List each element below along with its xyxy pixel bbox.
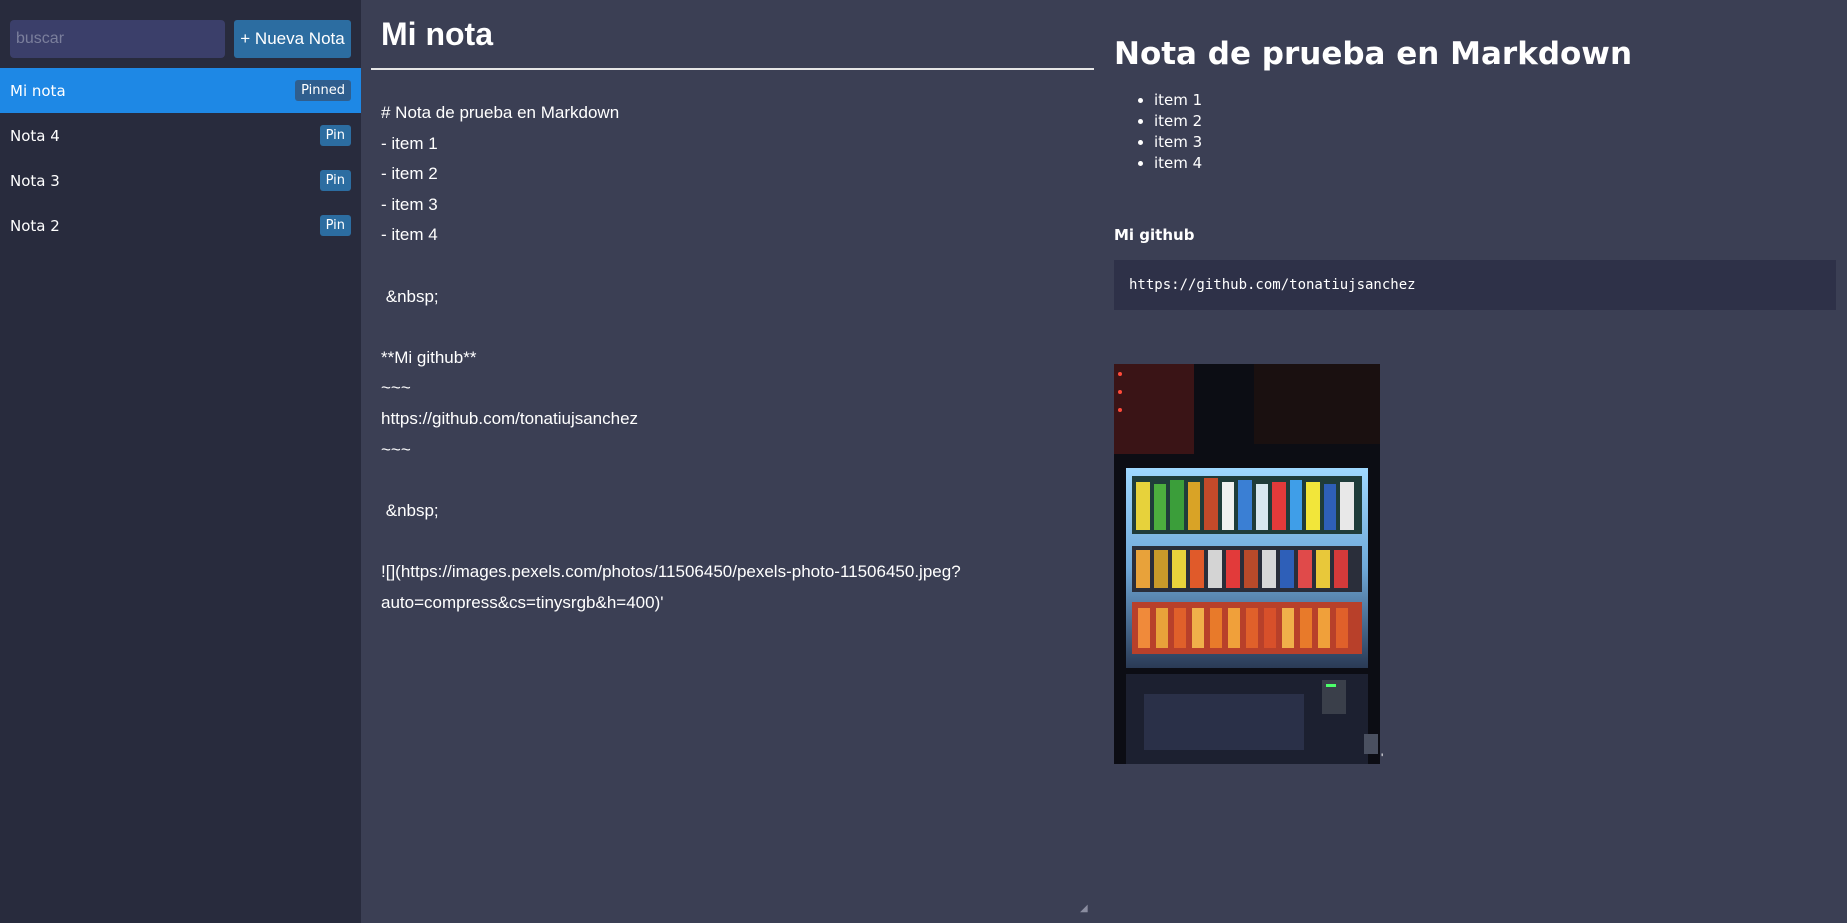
preview-code-block: https://github.com/tonatiujsanchez: [1114, 260, 1836, 310]
note-title-input[interactable]: [371, 0, 1094, 70]
note-item-nota-3[interactable]: Nota 3 Pin: [0, 158, 361, 203]
preview-bold-text: Mi github: [1114, 226, 1195, 244]
list-item: item 4: [1154, 153, 1837, 174]
app-window: + Nueva Nota Mi nota Pinned Nota 4 Pin N…: [0, 0, 1847, 923]
preview-image: [1114, 364, 1380, 764]
markdown-preview: Nota de prueba en Markdown item 1 item 2…: [1094, 0, 1847, 923]
note-body-textarea[interactable]: # Nota de prueba en Markdown - item 1 - …: [371, 70, 1094, 910]
list-item: item 1: [1154, 90, 1837, 111]
sidebar: + Nueva Nota Mi nota Pinned Nota 4 Pin N…: [0, 0, 361, 923]
note-item-mi-nota[interactable]: Mi nota Pinned: [0, 68, 361, 113]
note-item-title: Nota 3: [10, 171, 60, 190]
pin-button[interactable]: Pin: [319, 215, 351, 236]
pin-button[interactable]: Pin: [319, 170, 351, 191]
preview-heading: Nota de prueba en Markdown: [1114, 36, 1633, 72]
note-list: Mi nota Pinned Nota 4 Pin Nota 3 Pin Not…: [0, 68, 361, 248]
note-editor: # Nota de prueba en Markdown - item 1 - …: [361, 0, 1094, 923]
vending-machine-image: [1114, 364, 1380, 764]
resize-handle-icon[interactable]: ◢: [1080, 903, 1090, 914]
pin-button[interactable]: Pinned: [295, 80, 351, 101]
note-item-nota-2[interactable]: Nota 2 Pin: [0, 203, 361, 248]
list-item: item 3: [1154, 132, 1837, 153]
code-text: https://github.com/tonatiujsanchez: [1129, 277, 1416, 293]
new-note-button[interactable]: + Nueva Nota: [234, 20, 351, 58]
pin-button[interactable]: Pin: [319, 125, 351, 146]
note-item-title: Mi nota: [10, 81, 66, 100]
note-item-nota-4[interactable]: Nota 4 Pin: [0, 113, 361, 158]
search-input[interactable]: [10, 20, 225, 58]
note-item-title: Nota 2: [10, 216, 60, 235]
list-item: item 2: [1154, 111, 1837, 132]
sidebar-toolbar: + Nueva Nota: [0, 0, 361, 68]
preview-image-container: ': [1114, 364, 1837, 764]
trailing-text: ': [1381, 751, 1384, 765]
note-item-title: Nota 4: [10, 126, 60, 145]
preview-list: item 1 item 2 item 3 item 4: [1114, 90, 1837, 174]
